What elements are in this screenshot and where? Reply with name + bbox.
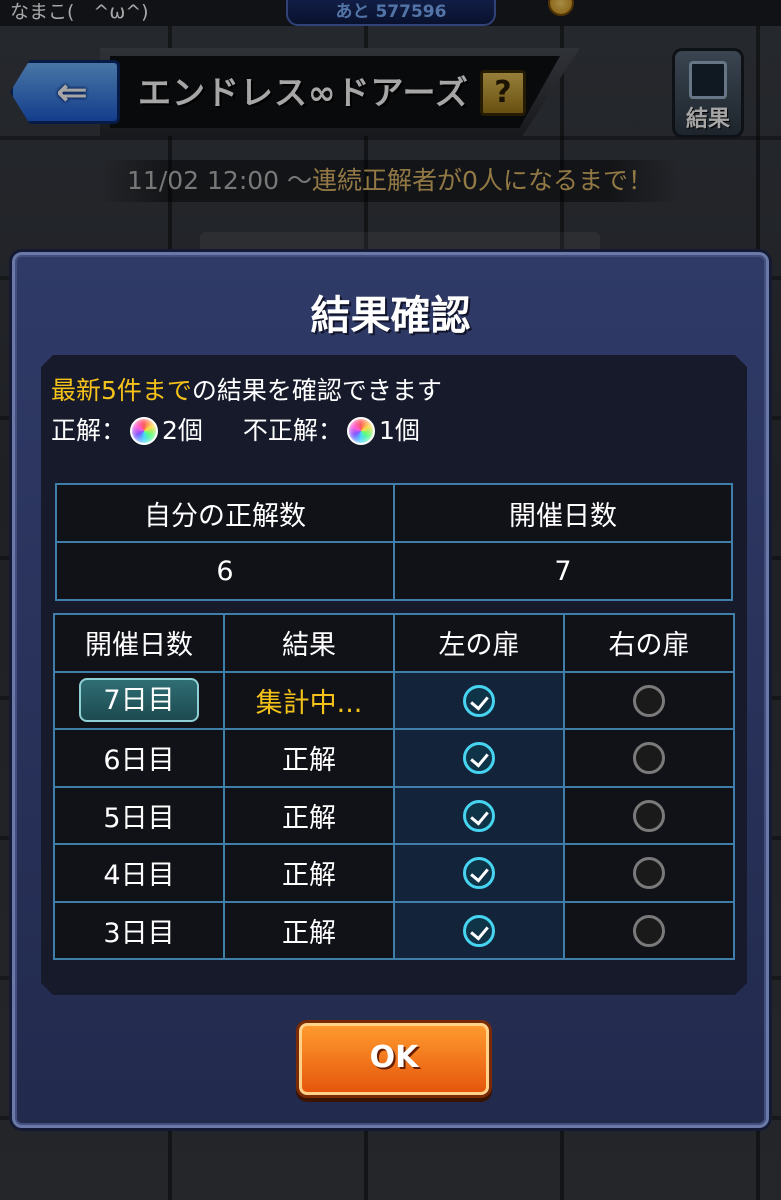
dialog-title: 結果確認 [310, 293, 471, 339]
result-cell: 正解 [223, 728, 395, 788]
info-rest: の結果を確認できます [191, 376, 442, 405]
incorrect-label: 不正解： [242, 416, 343, 445]
summary-header: 自分の正解数 [55, 483, 395, 543]
day-cell: 5日目 [53, 785, 225, 845]
rainbow-orb-icon [346, 417, 375, 445]
day-cell: 4日目 [53, 843, 225, 903]
info-text: 最新5件までの結果を確認できます [51, 373, 442, 409]
result-cell: 正解 [223, 900, 395, 960]
history-header: 結果 [223, 613, 395, 673]
incorrect-count: 1個 [378, 416, 420, 445]
ok-button[interactable]: OK [299, 1023, 489, 1095]
summary-table: 自分の正解数 開催日数 6 7 [55, 483, 733, 601]
left-door-cell [393, 843, 565, 903]
check-circle-icon [463, 799, 495, 832]
check-circle-icon [463, 857, 495, 889]
correct-label: 正解： [51, 416, 127, 445]
history-header: 開催日数 [53, 613, 225, 673]
result-dialog: 結果確認 最新5件までの結果を確認できます 正解： 2個 不正解： 1個 自分の… [12, 252, 769, 1128]
table-row: 5日目 正解 [53, 785, 735, 845]
empty-circle-icon [633, 684, 665, 717]
left-door-cell [393, 900, 565, 960]
rainbow-orb-icon [130, 417, 159, 445]
right-door-cell [563, 900, 735, 960]
right-door-cell [563, 785, 735, 845]
empty-circle-icon [633, 799, 665, 832]
check-circle-icon [463, 914, 495, 947]
info-highlight: 最新5件まで [51, 376, 192, 405]
left-door-cell [393, 728, 565, 788]
result-cell: 集計中... [223, 670, 395, 730]
empty-circle-icon [633, 914, 665, 947]
right-door-cell [563, 670, 735, 730]
day-cell: 3日目 [53, 900, 225, 960]
history-table: 開催日数 結果 左の扉 右の扉 7日目 集計中... 6日目 正解 5日目 正解… [53, 613, 735, 960]
day-cell: 7日目 [53, 670, 225, 730]
table-row: 7日目 集計中... [53, 670, 735, 730]
check-circle-icon [463, 684, 495, 717]
day-cell: 6日目 [53, 728, 225, 788]
left-door-cell [393, 785, 565, 845]
left-door-cell [393, 670, 565, 730]
table-row: 3日目 正解 [53, 900, 735, 960]
event-days-count: 7 [393, 541, 733, 601]
result-cell: 正解 [223, 843, 395, 903]
table-row: 6日目 正解 [53, 728, 735, 788]
right-door-cell [563, 728, 735, 788]
correct-count: 2個 [162, 416, 203, 445]
right-door-cell [563, 843, 735, 903]
check-circle-icon [463, 742, 495, 774]
reward-info: 正解： 2個 不正解： 1個 [51, 413, 420, 449]
history-header: 左の扉 [393, 613, 565, 673]
result-cell: 正解 [223, 785, 395, 845]
table-row: 4日目 正解 [53, 843, 735, 903]
current-day-pill: 7日目 [79, 678, 199, 723]
correct-answer-count: 6 [55, 541, 395, 601]
summary-header: 開催日数 [393, 483, 733, 543]
history-header: 右の扉 [563, 613, 735, 673]
empty-circle-icon [633, 857, 665, 889]
empty-circle-icon [633, 742, 665, 774]
